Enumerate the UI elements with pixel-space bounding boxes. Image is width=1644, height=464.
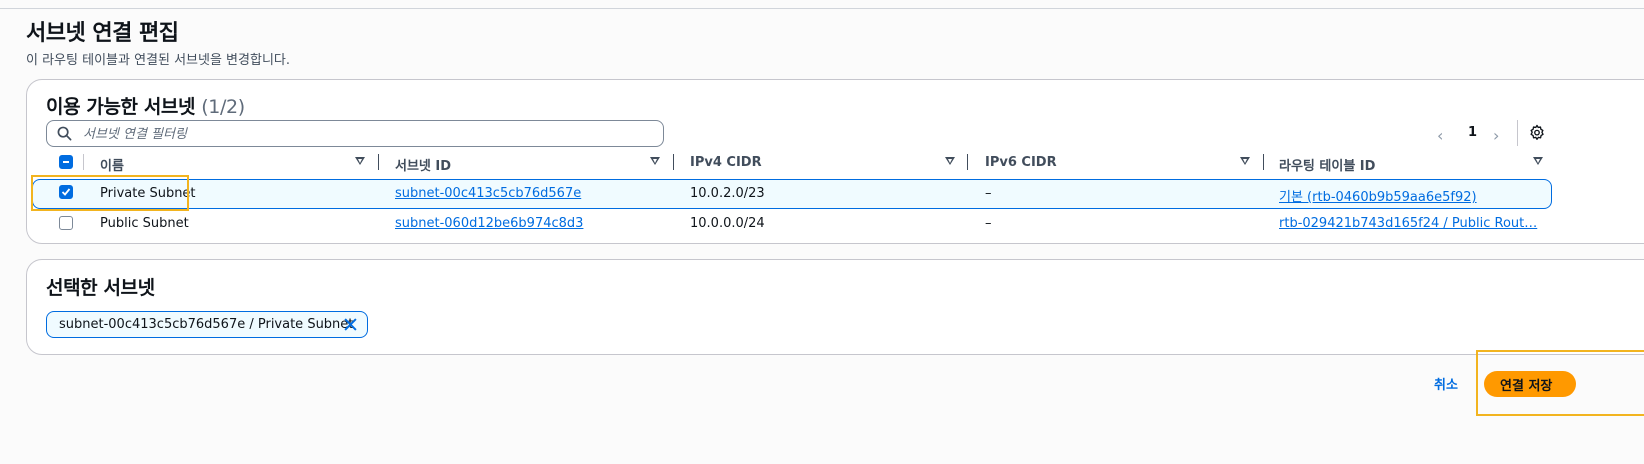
ipv6-cidr: –: [985, 216, 992, 231]
highlight-box: [31, 175, 189, 211]
ipv4-cidr: 10.0.0.0/24: [690, 216, 765, 231]
search-icon: [57, 126, 72, 141]
previous-page-icon[interactable]: ‹: [1437, 126, 1443, 145]
sort-ipv6-icon[interactable]: [1240, 157, 1250, 165]
column-header-subnet-id[interactable]: 서브넷 ID: [395, 155, 451, 174]
subnet-filter-input[interactable]: [81, 123, 655, 145]
route-table-link[interactable]: rtb-029421b743d165f24 / Public Rout…: [1279, 216, 1537, 231]
ipv4-cidr: 10.0.2.0/23: [690, 186, 765, 201]
row-checkbox-public-subnet[interactable]: [59, 216, 73, 230]
highlight-box: [1476, 350, 1644, 416]
selected-subnet-token-label: subnet-00c413c5cb76d567e / Private Subne…: [59, 317, 354, 332]
select-all-checkbox[interactable]: [59, 155, 73, 169]
top-divider: [0, 8, 1644, 9]
sort-name-icon[interactable]: [355, 157, 365, 165]
page-title: 서브넷 연결 편집: [26, 21, 179, 46]
remove-icon[interactable]: [344, 318, 357, 331]
column-header-name[interactable]: 이름: [100, 155, 124, 174]
row-name: Public Subnet: [100, 216, 189, 231]
route-table-link[interactable]: 기본 (rtb-0460b9b59aa6e5f92): [1279, 186, 1477, 205]
column-header-route-table-id[interactable]: 라우팅 테이블 ID: [1279, 155, 1375, 174]
page-number[interactable]: 1: [1468, 125, 1477, 140]
sort-route-table-icon[interactable]: [1533, 157, 1543, 165]
column-header-ipv4-cidr[interactable]: IPv4 CIDR: [690, 155, 762, 170]
cancel-button[interactable]: 취소: [1434, 374, 1458, 393]
selected-subnets-panel: 선택한 서브넷 subnet-00c413c5cb76d567e / Priva…: [26, 259, 1644, 355]
available-subnets-title-text: 이용 가능한 서브넷: [46, 96, 196, 118]
selected-subnet-token: subnet-00c413c5cb76d567e / Private Subne…: [46, 311, 368, 338]
indeterminate-icon: [63, 161, 69, 163]
selected-subnets-title: 선택한 서브넷: [46, 277, 155, 299]
sort-subnet-id-icon[interactable]: [650, 157, 660, 165]
pager-divider: [1517, 120, 1518, 146]
next-page-icon[interactable]: ›: [1493, 126, 1499, 145]
page-description: 이 라우팅 테이블과 연결된 서브넷을 변경합니다.: [26, 53, 290, 68]
available-subnets-title: 이용 가능한 서브넷 (1/2): [46, 92, 245, 119]
header-divider: [83, 154, 84, 170]
subnet-filter[interactable]: [46, 120, 664, 147]
subnet-id-link[interactable]: subnet-00c413c5cb76d567e: [395, 186, 581, 201]
subnet-id-link[interactable]: subnet-060d12be6b974c8d3: [395, 216, 583, 231]
selection-count: (1/2): [201, 96, 245, 118]
column-separator[interactable]: [1263, 154, 1264, 170]
column-header-ipv6-cidr[interactable]: IPv6 CIDR: [985, 155, 1057, 170]
sort-ipv4-icon[interactable]: [945, 157, 955, 165]
ipv6-cidr: –: [985, 186, 992, 201]
available-subnets-panel: 이용 가능한 서브넷 (1/2) ‹ 1 › 이름 서브넷 ID IPv4 CI…: [26, 79, 1644, 244]
column-separator[interactable]: [967, 154, 968, 170]
column-separator[interactable]: [378, 154, 379, 170]
settings-gear-icon[interactable]: [1528, 124, 1546, 142]
column-separator[interactable]: [673, 154, 674, 170]
